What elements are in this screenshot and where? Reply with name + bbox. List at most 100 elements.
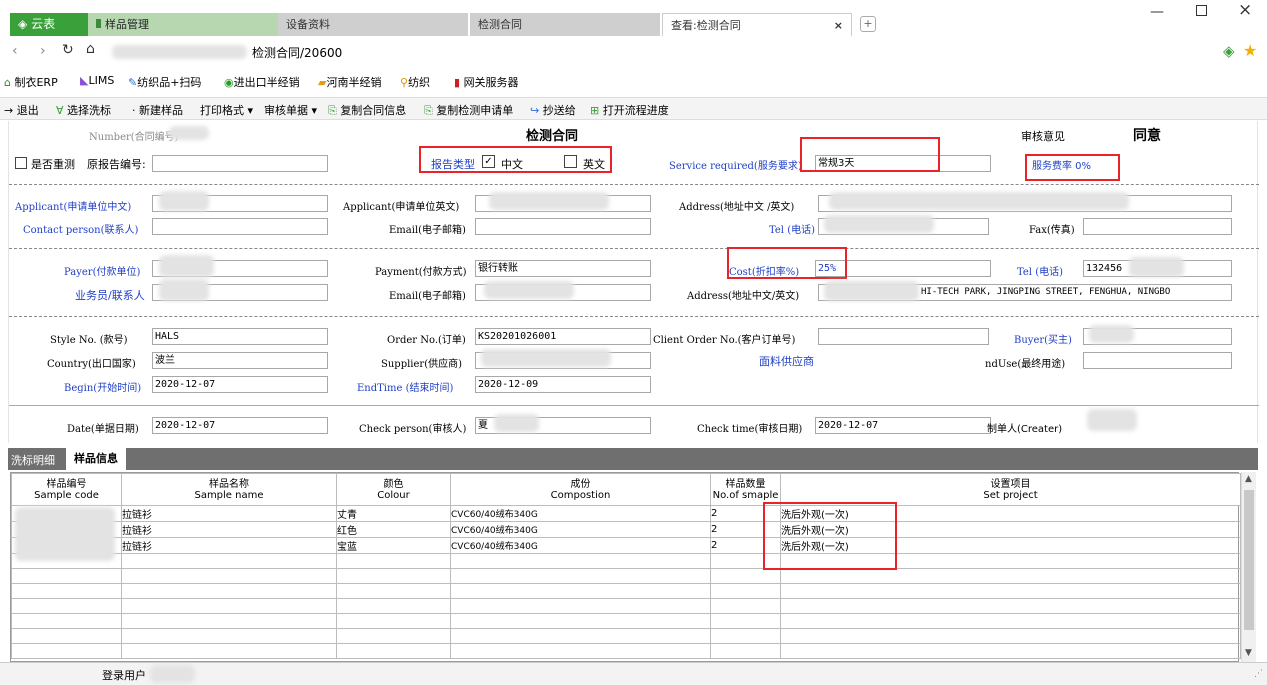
empty-cell[interactable] (336, 553, 451, 569)
column-header-sample-name[interactable]: 样品名称 Sample name (121, 473, 337, 506)
close-tab-icon[interactable]: × (834, 14, 843, 37)
tab-sample-info[interactable]: 样品信息 (66, 448, 126, 470)
empty-cell[interactable] (780, 583, 1241, 599)
empty-cell[interactable] (11, 643, 122, 659)
empty-cell[interactable] (336, 598, 451, 614)
empty-cell[interactable] (450, 613, 711, 629)
column-header-colour[interactable]: 颜色 Colour (336, 473, 451, 506)
vertical-scrollbar[interactable]: ▲ ▼ (1241, 472, 1256, 662)
open-flow-button[interactable]: ⊞ 打开流程进度 (590, 102, 669, 118)
client-order-input[interactable] (818, 328, 989, 345)
table-row[interactable] (11, 553, 1241, 569)
empty-cell[interactable] (450, 643, 711, 659)
colour-cell[interactable]: 红色 (336, 521, 451, 538)
empty-cell[interactable] (11, 598, 122, 614)
empty-cell[interactable] (450, 628, 711, 644)
tab-contracts[interactable]: 检测合同 (470, 13, 660, 36)
empty-cell[interactable] (710, 643, 781, 659)
table-row[interactable]: 拉链衫 红色 CVC60/40绒布340G 2 洗后外观(一次) (11, 521, 1241, 538)
empty-cell[interactable] (336, 583, 451, 599)
fabric-supplier-link[interactable]: 面料供应商 (759, 353, 814, 369)
empty-cell[interactable] (11, 568, 122, 584)
bookmark-erp[interactable]: ⌂ 制衣ERP (4, 74, 58, 90)
empty-cell[interactable] (780, 613, 1241, 629)
check-time-input[interactable]: 2020-12-07 (815, 417, 991, 434)
composition-cell[interactable]: CVC60/40绒布340G (450, 505, 711, 522)
orig-report-input[interactable] (152, 155, 328, 172)
empty-cell[interactable] (710, 568, 781, 584)
payment-input[interactable]: 银行转账 (475, 260, 651, 277)
colour-cell[interactable]: 丈青 (336, 505, 451, 522)
tab-equipment[interactable]: 设备资料 (278, 13, 468, 36)
empty-cell[interactable] (11, 628, 122, 644)
bookmark-lims[interactable]: ◣LIMS (80, 74, 114, 87)
empty-cell[interactable] (710, 598, 781, 614)
date-input[interactable]: 2020-12-07 (152, 417, 328, 434)
audit-document-button[interactable]: 审核单据 ▾ (264, 102, 317, 118)
maximize-button[interactable] (1196, 5, 1207, 16)
column-header-sample-code[interactable]: 样品编号 Sample code (11, 473, 122, 506)
empty-cell[interactable] (121, 583, 337, 599)
empty-cell[interactable] (121, 553, 337, 569)
composition-cell[interactable]: CVC60/40绒布340G (450, 537, 711, 554)
new-sample-button[interactable]: · 新建样品 (132, 102, 183, 118)
bookmark-import-export[interactable]: ◉进出口半经销 (224, 74, 300, 90)
empty-cell[interactable] (710, 613, 781, 629)
empty-cell[interactable] (450, 553, 711, 569)
fax-input[interactable] (1083, 218, 1232, 235)
empty-cell[interactable] (450, 583, 711, 599)
table-row[interactable] (11, 598, 1241, 614)
table-row[interactable] (11, 568, 1241, 584)
empty-cell[interactable] (450, 568, 711, 584)
back-icon[interactable]: ‹ (12, 43, 18, 59)
empty-cell[interactable] (780, 628, 1241, 644)
copy-contract-button[interactable]: ⎘ 复制合同信息 (328, 102, 406, 118)
empty-cell[interactable] (11, 613, 122, 629)
tab-home[interactable]: ◈ 云表 (10, 13, 88, 36)
bookmark-textile-scan[interactable]: ✎纺织品+扫码 (128, 74, 201, 90)
print-format-button[interactable]: 打印格式 ▾ (200, 102, 253, 118)
empty-cell[interactable] (780, 568, 1241, 584)
column-header-set-project[interactable]: 设置项目 Set project (780, 473, 1241, 506)
empty-cell[interactable] (710, 583, 781, 599)
cc-button[interactable]: ↪ 抄送给 (530, 102, 576, 118)
table-row[interactable] (11, 628, 1241, 644)
bookmark-textile[interactable]: ⚲纺织 (400, 74, 430, 90)
home-icon[interactable]: ⌂ (86, 41, 95, 57)
email-input[interactable] (475, 218, 651, 235)
forward-icon[interactable]: › (40, 43, 46, 59)
colour-cell[interactable]: 宝蓝 (336, 537, 451, 554)
tab-view-contract[interactable]: 查看:检测合同 × (662, 13, 852, 36)
composition-cell[interactable]: CVC60/40绒布340G (450, 521, 711, 538)
empty-cell[interactable] (780, 598, 1241, 614)
exit-button[interactable]: → 退出 (4, 102, 39, 118)
empty-cell[interactable] (121, 568, 337, 584)
country-input[interactable]: 波兰 (152, 352, 328, 369)
contact-input[interactable] (152, 218, 328, 235)
style-input[interactable]: HALS (152, 328, 328, 345)
empty-cell[interactable] (121, 643, 337, 659)
close-window-button[interactable]: × (1238, 0, 1252, 20)
order-input[interactable]: KS20201026001 (475, 328, 651, 345)
select-wash-label-button[interactable]: ∀ 选择洗标 (56, 102, 111, 118)
empty-cell[interactable] (11, 583, 122, 599)
table-row[interactable]: 拉链衫 丈青 CVC60/40绒布340G 2 洗后外观(一次) (11, 505, 1241, 522)
refresh-icon[interactable]: ↻ (62, 42, 74, 58)
empty-cell[interactable] (121, 613, 337, 629)
new-tab-button[interactable]: + (860, 16, 876, 32)
empty-cell[interactable] (121, 598, 337, 614)
empty-cell[interactable] (336, 643, 451, 659)
table-row[interactable] (11, 613, 1241, 629)
empty-cell[interactable] (336, 613, 451, 629)
recheck-checkbox[interactable] (15, 157, 27, 169)
scroll-thumb[interactable] (1244, 490, 1254, 630)
end-input[interactable]: 2020-12-09 (475, 376, 651, 393)
scroll-down-icon[interactable]: ▼ (1245, 648, 1252, 658)
empty-cell[interactable] (450, 598, 711, 614)
favorite-diamond-icon[interactable]: ◈ (1223, 42, 1235, 60)
begin-input[interactable]: 2020-12-07 (152, 376, 328, 393)
enduse-input[interactable] (1083, 352, 1232, 369)
empty-cell[interactable] (336, 568, 451, 584)
tab-sample-mgmt[interactable]: 样品管理 (88, 13, 278, 36)
empty-cell[interactable] (121, 628, 337, 644)
